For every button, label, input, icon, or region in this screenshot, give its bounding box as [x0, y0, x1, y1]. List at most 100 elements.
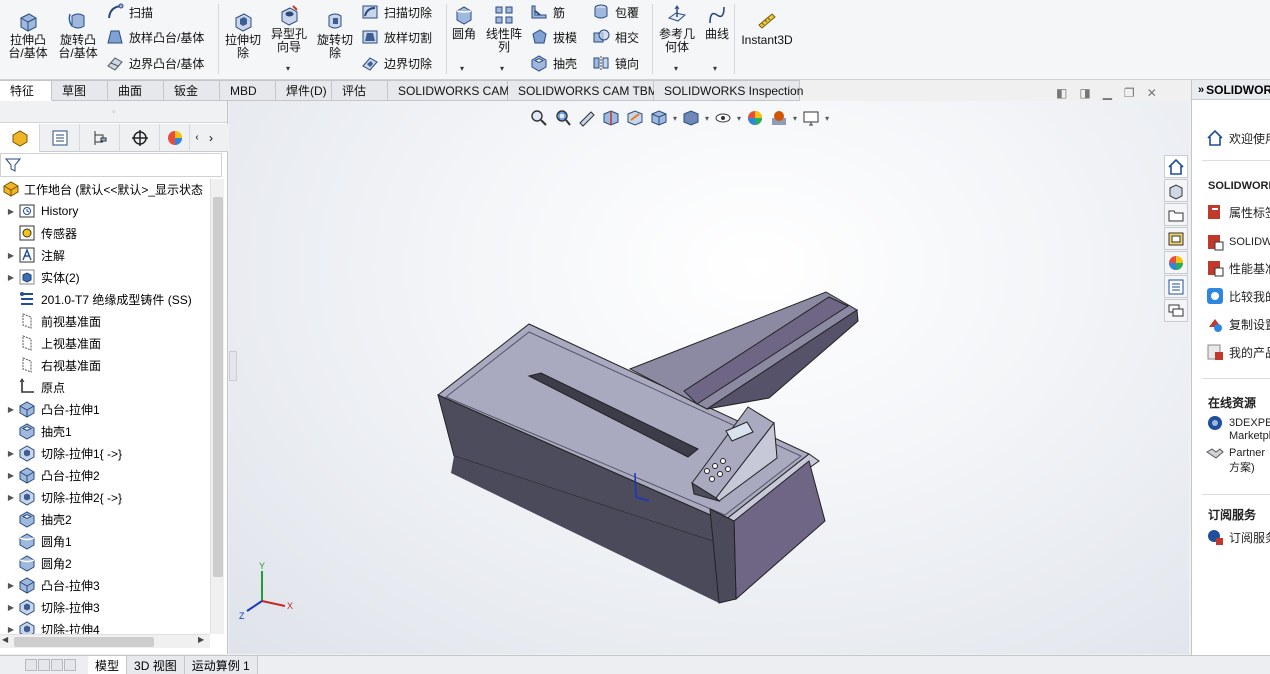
rib-button[interactable]: 筋 [530, 1, 565, 23]
tree-item[interactable]: 上视基准面 [0, 332, 210, 354]
expand-arrow-icon[interactable]: ▶ [4, 493, 18, 502]
window-restore-icon[interactable]: ❐ [1124, 86, 1135, 100]
window-tile-left-icon[interactable]: ◧ [1056, 86, 1067, 100]
tree-vertical-scrollbar[interactable] [210, 179, 224, 634]
tab-surfaces[interactable]: 曲面 [108, 80, 164, 101]
tab-display-manager[interactable] [160, 124, 190, 152]
shell-button[interactable]: 抽壳 [530, 52, 577, 74]
tab-sheet-metal[interactable]: 钣金 [164, 80, 220, 101]
linear-pattern-button[interactable]: 线性阵 列 [484, 4, 524, 54]
tree-item[interactable]: 201.0-T7 绝缘成型铸件 (SS) [0, 288, 210, 310]
curves-button[interactable]: 曲线 [702, 4, 732, 41]
tab-mbd[interactable]: MBD [220, 80, 276, 101]
tree-item[interactable]: ▶ 切除-拉伸3 [0, 596, 210, 618]
panel-splitter[interactable]: ◦ [0, 101, 227, 123]
tree-item[interactable]: 传感器 [0, 222, 210, 244]
reference-geometry-button[interactable]: 参考几 何体 [656, 4, 698, 54]
tab-sketch[interactable]: 草图 [52, 80, 108, 101]
tree-item[interactable]: ▶ 实体(2) [0, 266, 210, 288]
horizontal-scroll-thumb[interactable] [14, 637, 154, 647]
fillet-button[interactable]: 圆角 [448, 4, 480, 41]
sweep-cut-button[interactable]: 扫描切除 [361, 1, 432, 23]
tree-root-part[interactable]: 工作地台 (默认<<默认>_显示状态 [2, 179, 210, 199]
nav-last-icon[interactable] [64, 659, 76, 671]
tab-features[interactable]: 特征 [0, 80, 52, 101]
tree-horizontal-scrollbar[interactable]: ◀ ▶ [0, 634, 210, 648]
tool-compare-score[interactable]: 比较我的 [1206, 286, 1270, 306]
tree-item[interactable]: ▶ 切除-拉伸1{ ->} [0, 442, 210, 464]
revolve-cut-button[interactable]: 旋转切 除 [314, 10, 356, 60]
expand-arrow-icon[interactable]: ▶ [4, 581, 18, 590]
window-minimize-icon[interactable]: ▁ [1103, 86, 1112, 100]
feature-filter[interactable] [0, 153, 222, 177]
tree-item[interactable]: 右视基准面 [0, 354, 210, 376]
tree-item[interactable]: 抽壳2 [0, 508, 210, 530]
tab-custom-properties[interactable] [1164, 275, 1188, 298]
welcome-link[interactable]: 欢迎使用 [1206, 128, 1270, 148]
loft-boss-button[interactable]: 放样凸台/基体 [106, 26, 204, 48]
tree-item[interactable]: ▶ History [0, 200, 210, 222]
nav-first-icon[interactable] [25, 659, 37, 671]
nav-next-icon[interactable] [51, 659, 63, 671]
online-marketplace-line[interactable]: Marketplace [1229, 429, 1270, 443]
fillet-dropdown-icon[interactable]: ▾ [460, 64, 464, 73]
tree-item[interactable]: ▶ 凸台-拉伸3 [0, 574, 210, 596]
task-pane-title[interactable]: » SOLIDWORKS [1192, 80, 1270, 100]
tabs-scroll-right-icon[interactable]: › [204, 124, 218, 151]
nav-prev-icon[interactable] [38, 659, 50, 671]
loft-cut-button[interactable]: 放样切割 [361, 26, 432, 48]
tab-motion-study-1[interactable]: 运动算例 1 [184, 655, 258, 674]
hole-wizard-button[interactable]: 异型孔 向导 [268, 4, 310, 54]
scroll-left-icon[interactable]: ◀ [2, 635, 8, 644]
expand-arrow-icon[interactable]: ▶ [4, 251, 18, 260]
expand-arrow-icon[interactable]: ▶ [4, 449, 18, 458]
task-pane-collapse-icon[interactable]: » [1198, 84, 1204, 96]
tool-performance-benchmark[interactable]: 性能基准 [1206, 258, 1270, 278]
tab-appearances[interactable] [1164, 251, 1188, 274]
tab-view-palette[interactable] [1164, 227, 1188, 250]
vertical-scroll-thumb[interactable] [213, 197, 223, 577]
3d-model-view[interactable]: Y X Z [229, 101, 1189, 654]
window-tile-right-icon[interactable]: ◨ [1079, 86, 1090, 100]
boundary-cut-button[interactable]: 边界切除 [361, 52, 432, 74]
sweep-button[interactable]: 扫描 [106, 1, 153, 23]
tree-item[interactable]: 圆角1 [0, 530, 210, 552]
tab-feature-tree[interactable] [0, 124, 40, 152]
tab-3d-views[interactable]: 3D 视图 [127, 655, 185, 674]
tool-my-products[interactable]: 我的产品 [1206, 342, 1270, 362]
tree-item[interactable]: 原点 [0, 376, 210, 398]
tree-item[interactable]: ▶ 凸台-拉伸1 [0, 398, 210, 420]
panel-collapse-handle[interactable] [229, 351, 237, 381]
scroll-right-icon[interactable]: ▶ [198, 635, 204, 644]
tab-model[interactable]: 模型 [88, 655, 128, 674]
window-close-icon[interactable]: ✕ [1147, 86, 1157, 100]
expand-arrow-icon[interactable]: ▶ [4, 207, 18, 216]
tab-solidworks-inspection[interactable]: SOLIDWORKS Inspection [654, 80, 803, 101]
tree-item[interactable]: ▶ 切除-拉伸2{ ->} [0, 486, 210, 508]
expand-arrow-icon[interactable]: ▶ [4, 471, 18, 480]
extrude-cut-button[interactable]: 拉伸切 除 [222, 10, 264, 60]
draft-button[interactable]: 拔模 [530, 26, 577, 48]
tabs-scroll-left-icon[interactable]: ‹ [190, 124, 204, 151]
tool-copy-settings[interactable]: 复制设置 [1206, 314, 1270, 334]
tree-item[interactable]: ▶ 凸台-拉伸2 [0, 464, 210, 486]
expand-arrow-icon[interactable]: ▶ [4, 273, 18, 282]
wrap-button[interactable]: 包覆 [592, 1, 639, 23]
tool-solidworks-rx[interactable]: SOLIDWORKS [1206, 232, 1270, 252]
extrude-boss-button[interactable]: 拉伸凸 台/基体 [6, 10, 50, 60]
tab-evaluate[interactable]: 评估 [332, 80, 388, 101]
tool-property-tab-builder[interactable]: 属性标签 [1206, 202, 1270, 222]
tree-item[interactable]: 前视基准面 [0, 310, 210, 332]
online-3dexperience-marketplace[interactable]: 3DEXPERIENCE [1206, 416, 1270, 430]
revolve-boss-button[interactable]: 旋转凸 台/基体 [56, 10, 100, 60]
tab-configuration-manager[interactable] [80, 124, 120, 152]
expand-arrow-icon[interactable]: ▶ [4, 603, 18, 612]
tree-item[interactable]: ▶ 注解 [0, 244, 210, 266]
tab-weldments[interactable]: 焊件(D) [276, 80, 332, 101]
expand-arrow-icon[interactable]: ▶ [4, 405, 18, 414]
expand-arrow-icon[interactable]: ▶ [4, 625, 18, 634]
instant3d-button[interactable]: Instant3D [738, 10, 796, 47]
online-partner-line[interactable]: 方案) [1229, 460, 1255, 474]
tab-solidworks-cam-tbm[interactable]: SOLIDWORKS CAM TBM [508, 80, 658, 101]
boundary-boss-button[interactable]: 边界凸台/基体 [106, 52, 204, 74]
